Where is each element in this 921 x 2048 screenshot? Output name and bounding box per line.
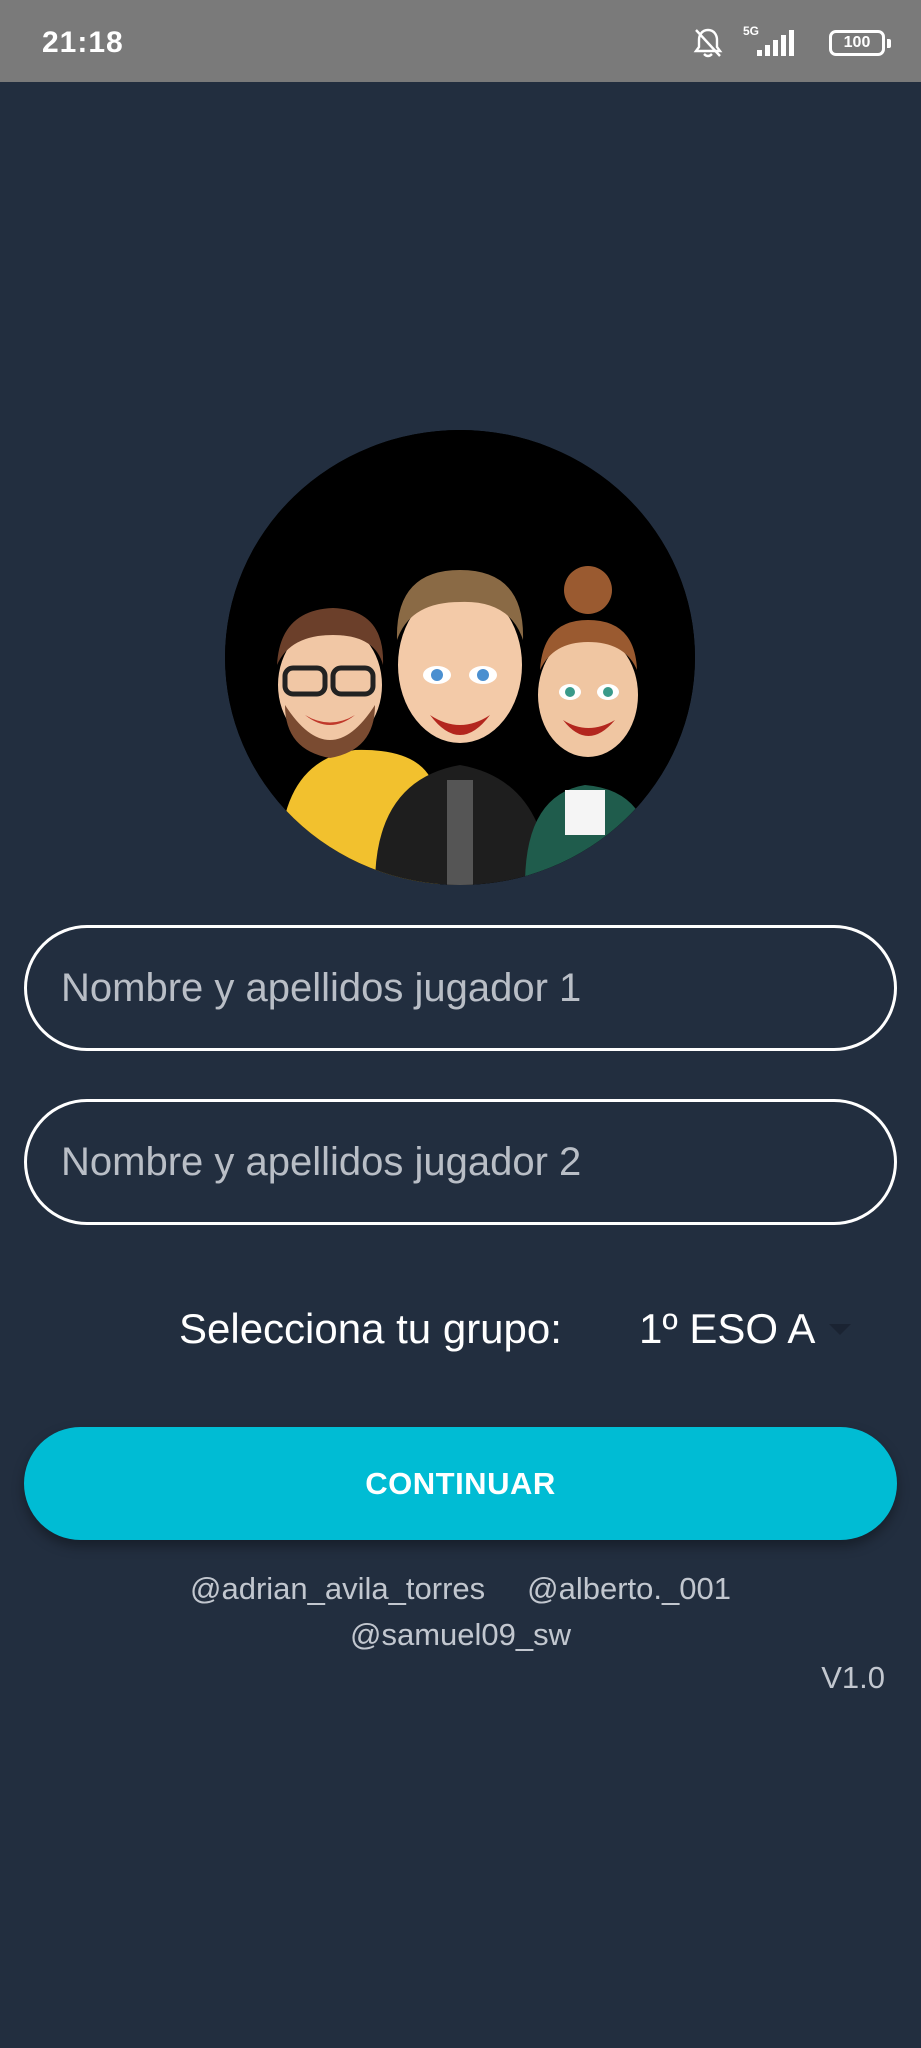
credit-user-adrian: @adrian_avila_torres — [190, 1571, 486, 1606]
status-time: 21:18 — [42, 26, 124, 59]
credits-line-2: @samuel09_sw — [0, 1617, 921, 1653]
credit-user-alberto: @alberto._001 — [527, 1571, 731, 1606]
group-label: Selecciona tu grupo: — [179, 1305, 562, 1352]
app-version: V1.0 — [821, 1660, 885, 1695]
avatar-illustration — [225, 430, 695, 885]
signal-icon: 5G — [743, 24, 813, 60]
status-bar: 21:18 5G 100 — [0, 0, 921, 82]
bell-off-icon — [693, 28, 723, 58]
credit-user-samuel: @samuel09_sw — [349, 1617, 571, 1652]
player2-name-field[interactable] — [24, 1099, 897, 1225]
credits-line-1: @adrian_avila_torres @alberto._001 — [0, 1571, 921, 1607]
battery-icon: 100 — [829, 30, 891, 56]
player1-name-field[interactable] — [24, 925, 897, 1051]
group-selected-value[interactable]: 1º ESO A — [639, 1305, 815, 1353]
continue-button[interactable]: CONTINUAR — [24, 1427, 897, 1540]
status-icons: 5G 100 — [625, 24, 891, 60]
player2-name-input[interactable] — [27, 1102, 894, 1222]
player1-name-input[interactable] — [27, 928, 894, 1048]
chevron-down-icon[interactable] — [829, 1324, 851, 1335]
team-avatar — [225, 430, 695, 885]
group-dropdown[interactable]: 1º ESO A — [636, 1296, 866, 1360]
